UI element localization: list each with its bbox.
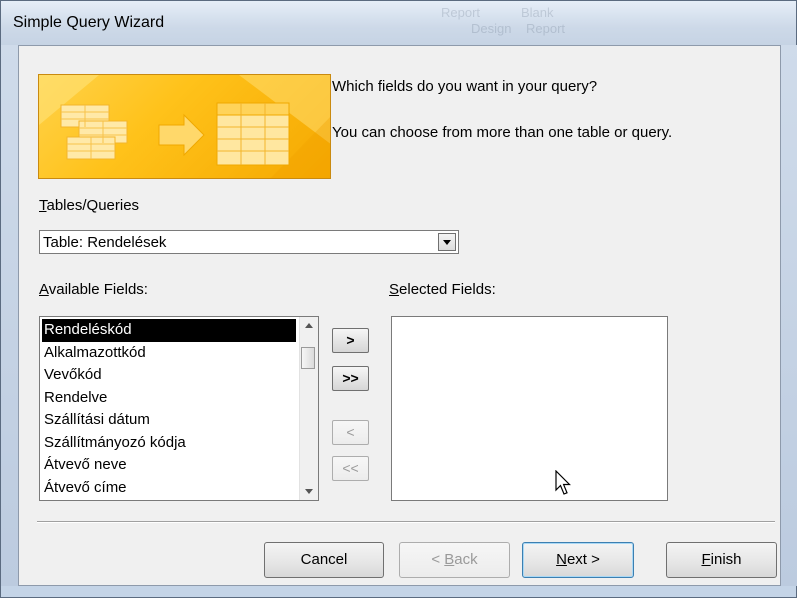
background-title-text: Blank	[521, 5, 554, 20]
wizard-content: Which fields do you want in your query? …	[18, 45, 781, 586]
list-item-alkalmazottkod[interactable]: Alkalmazottkód	[42, 342, 296, 365]
selected-fields-label: Selected Fields:	[389, 281, 496, 298]
remove-all-fields-button[interactable]: <<	[332, 456, 369, 481]
back-button-label: ack	[454, 551, 478, 568]
window-frame-right	[780, 45, 797, 586]
available-fields-label: Available Fields:	[39, 281, 148, 298]
finish-button-accesskey: F	[701, 551, 711, 568]
table-transfer-icon	[39, 75, 330, 178]
add-field-button[interactable]: >	[332, 328, 369, 353]
finish-button-label: inish	[710, 551, 742, 568]
selected-fields-list[interactable]	[391, 316, 668, 501]
tables-queries-dropdown[interactable]: Table: Rendelések	[39, 230, 459, 254]
available-fields-list[interactable]: Rendeléskód Alkalmazottkód Vevőkód Rende…	[39, 316, 319, 501]
back-button-accesskey: B	[444, 551, 455, 568]
scroll-down-icon[interactable]	[305, 489, 313, 494]
mouse-pointer-icon	[555, 470, 571, 495]
wizard-window: Report Blank Design Report Simple Query …	[0, 0, 797, 598]
remove-field-button[interactable]: <	[332, 420, 369, 445]
available-fields-label-text: vailable Fields:	[48, 281, 148, 298]
selected-fields-label-text: elected Fields:	[399, 281, 496, 298]
tables-queries-label-text: ables/Queries	[46, 197, 140, 214]
wizard-banner-graphic	[38, 74, 331, 179]
title-bar[interactable]: Report Blank Design Report Simple Query …	[1, 1, 796, 45]
list-item-atvevo-cime[interactable]: Átvevő címe	[42, 477, 296, 500]
list-item-rendelve[interactable]: Rendelve	[42, 387, 296, 410]
cancel-button[interactable]: Cancel	[264, 542, 384, 578]
list-item-szallitmanyozo-kodja[interactable]: Szállítmányozó kódja	[42, 432, 296, 455]
finish-button[interactable]: Finish	[666, 542, 777, 578]
window-frame-left	[1, 45, 18, 586]
tables-queries-label: Tables/Queries	[39, 197, 139, 214]
list-item-vevokod[interactable]: Vevőkód	[42, 364, 296, 387]
background-title-text: Design	[471, 21, 512, 36]
next-button[interactable]: Next >	[522, 542, 634, 578]
dropdown-arrow-icon[interactable]	[438, 233, 456, 251]
prompt-question: Which fields do you want in your query?	[332, 78, 598, 95]
back-button-prefix: <	[431, 551, 445, 568]
scroll-up-icon[interactable]	[305, 323, 313, 328]
selected-fields-accesskey: S	[389, 281, 400, 298]
next-button-accesskey: N	[556, 551, 567, 568]
window-title: Simple Query Wizard	[13, 14, 165, 31]
background-title-text: Report	[441, 5, 481, 20]
tables-queries-accesskey: T	[39, 197, 47, 214]
list-item-szallitasi-datum[interactable]: Szállítási dátum	[42, 409, 296, 432]
prompt-hint: You can choose from more than one table …	[332, 124, 673, 141]
list-item-atvevo-neve[interactable]: Átvevő neve	[42, 454, 296, 477]
scroll-thumb[interactable]	[301, 347, 315, 369]
list-item-rendeleskod[interactable]: Rendeléskód	[42, 319, 296, 342]
add-all-fields-button[interactable]: >>	[332, 366, 369, 391]
available-fields-accesskey: A	[39, 281, 49, 298]
back-button[interactable]: < Back	[399, 542, 510, 578]
available-fields-scrollbar[interactable]	[299, 317, 318, 500]
footer-separator	[37, 521, 775, 523]
background-title-text: Report	[526, 21, 566, 36]
next-button-label: ext >	[566, 551, 600, 568]
tables-queries-value: Table: Rendelések	[43, 234, 167, 251]
